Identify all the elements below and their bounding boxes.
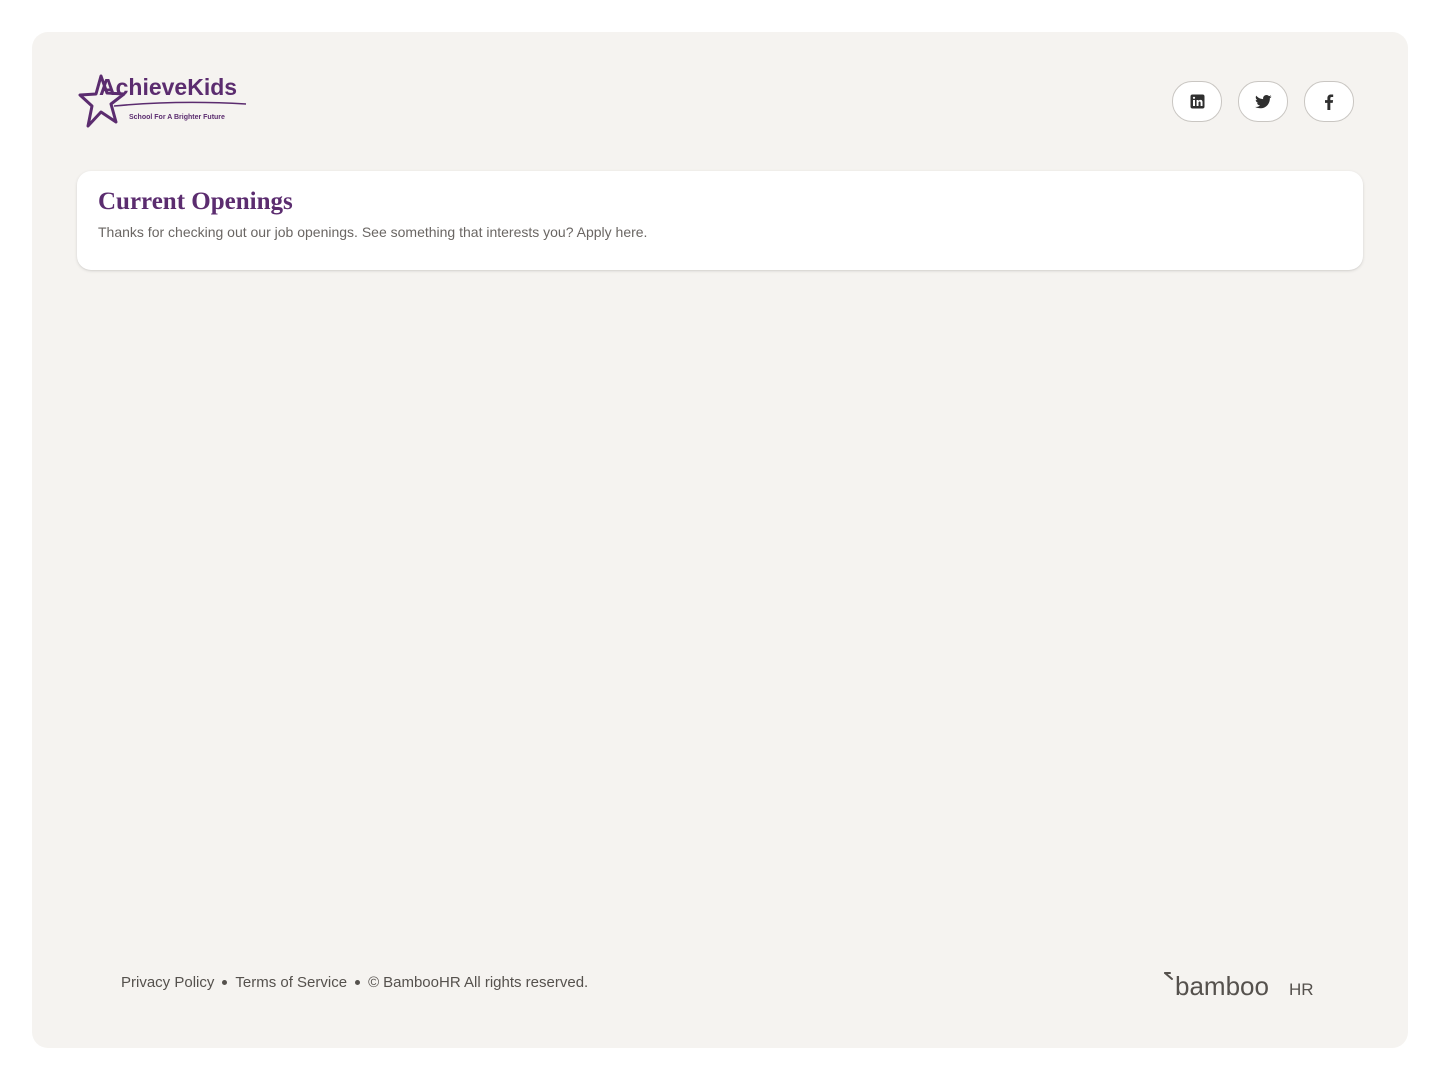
- linkedin-icon: [1190, 94, 1205, 109]
- company-logo[interactable]: AchieveKids School For A Brighter Future: [78, 72, 250, 134]
- separator-dot: [222, 980, 228, 985]
- bamboohr-logo[interactable]: bamboo HR: [1163, 970, 1323, 1002]
- twitter-button[interactable]: [1238, 81, 1288, 122]
- linkedin-button[interactable]: [1172, 81, 1222, 122]
- separator-dot: [355, 980, 361, 985]
- facebook-icon: [1324, 93, 1334, 110]
- page-container: AchieveKids School For A Brighter Future: [32, 32, 1408, 1048]
- page-title: Current Openings: [98, 188, 293, 215]
- svg-text:AchieveKids: AchieveKids: [99, 74, 237, 100]
- openings-description: Thanks for checking out our job openings…: [98, 224, 648, 240]
- svg-text:School For A Brighter Future: School For A Brighter Future: [129, 114, 225, 121]
- svg-text:bamboo: bamboo: [1175, 971, 1269, 1001]
- twitter-icon: [1254, 94, 1272, 109]
- copyright-symbol: ©: [368, 974, 380, 991]
- copyright-text: BambooHR All rights reserved.: [383, 974, 589, 991]
- svg-text:HR: HR: [1289, 980, 1314, 999]
- terms-of-service-link[interactable]: Terms of Service: [235, 974, 347, 991]
- social-links: [1172, 81, 1354, 122]
- openings-card: Current Openings Thanks for checking out…: [77, 171, 1363, 270]
- footer-links: Privacy Policy Terms of Service © Bamboo…: [121, 974, 588, 991]
- privacy-policy-link[interactable]: Privacy Policy: [121, 974, 214, 991]
- facebook-button[interactable]: [1304, 81, 1354, 122]
